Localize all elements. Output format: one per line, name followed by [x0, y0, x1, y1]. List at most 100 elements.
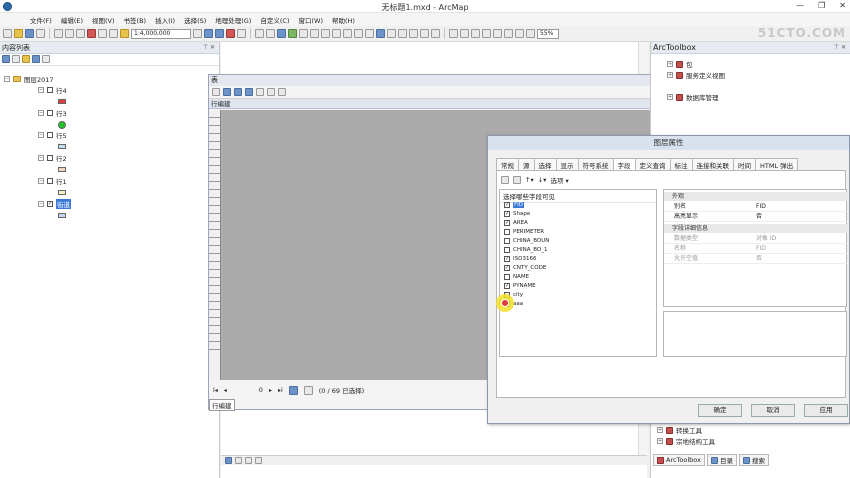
tab-search[interactable]: 搜索: [738, 454, 769, 466]
field-item[interactable]: ✓ AREA: [504, 220, 528, 226]
field-checkbox[interactable]: ✓: [504, 265, 510, 271]
row-header[interactable]: [209, 150, 220, 158]
move-down-icon[interactable]: ↓▾: [538, 176, 547, 184]
toolbox-item[interactable]: + 宗地结构工具: [657, 436, 715, 446]
forward-extent-icon[interactable]: [332, 29, 341, 38]
menu-geoprocessing[interactable]: 地理处理(G): [215, 15, 251, 25]
measure-icon[interactable]: [409, 29, 418, 38]
property-value[interactable]: FID: [756, 202, 766, 212]
row-header[interactable]: [209, 222, 220, 230]
identify-icon[interactable]: [376, 29, 385, 38]
tab-arctoolbox[interactable]: ArcToolbox: [653, 454, 705, 466]
table-footer-tab[interactable]: 行编建: [209, 399, 235, 411]
row-header[interactable]: [209, 334, 220, 342]
toc-layer-row[interactable]: − 行2: [38, 153, 67, 163]
toc-layer-row[interactable]: − 行3: [38, 108, 67, 118]
collapse-icon[interactable]: −: [38, 87, 44, 93]
layout-tool-icon[interactable]: [449, 29, 458, 38]
row-header[interactable]: [209, 142, 220, 150]
row-header[interactable]: [209, 254, 220, 262]
data-view-icon[interactable]: [225, 457, 232, 464]
layer-visibility-checkbox[interactable]: ✓: [47, 201, 53, 207]
layout-tool-icon[interactable]: [526, 29, 535, 38]
row-header[interactable]: [209, 238, 220, 246]
fixed-zoom-in-icon[interactable]: [299, 29, 308, 38]
last-record-button[interactable]: ▸I: [278, 387, 283, 394]
python-icon[interactable]: [237, 29, 246, 38]
turn-all-fields-on-icon[interactable]: [501, 176, 509, 184]
delete-selected-icon[interactable]: [278, 88, 286, 96]
toc-layer-row[interactable]: − ✓ 街道: [38, 199, 71, 209]
row-header[interactable]: [209, 110, 220, 118]
back-extent-icon[interactable]: [321, 29, 330, 38]
move-up-icon[interactable]: ↑▾: [525, 176, 534, 184]
ok-button[interactable]: 确定: [698, 404, 742, 417]
undo-icon[interactable]: [98, 29, 107, 38]
layout-tool-icon[interactable]: [471, 29, 480, 38]
layout-tool-icon[interactable]: [493, 29, 502, 38]
cancel-button[interactable]: 取消: [751, 404, 795, 417]
field-item[interactable]: ✓ CNTY_CODE: [504, 265, 546, 271]
list-by-drawing-order-icon[interactable]: [2, 55, 10, 63]
row-header[interactable]: [209, 278, 220, 286]
property-group-field-details[interactable]: 字段详细信息: [664, 224, 848, 233]
row-header[interactable]: [209, 318, 220, 326]
row-header[interactable]: [209, 294, 220, 302]
related-tables-icon[interactable]: [223, 88, 231, 96]
layer-symbol-swatch[interactable]: [58, 213, 66, 218]
zoom-in-icon[interactable]: [255, 29, 264, 38]
layer-visibility-checkbox[interactable]: [47, 132, 53, 138]
hyperlink-icon[interactable]: [387, 29, 396, 38]
layer-visibility-checkbox[interactable]: [47, 110, 53, 116]
menu-bookmarks[interactable]: 书签(B): [124, 15, 147, 25]
toc-pin-close[interactable]: ⊤ ✕: [203, 42, 215, 54]
previous-record-button[interactable]: ◂: [224, 387, 227, 394]
toc-options-icon[interactable]: [42, 55, 50, 63]
field-item[interactable]: CHINA_BOUN: [504, 238, 549, 244]
collapse-icon[interactable]: −: [38, 155, 44, 161]
layer-symbol-swatch[interactable]: [58, 144, 66, 149]
row-header[interactable]: [209, 134, 220, 142]
options-dropdown[interactable]: 选项 ▾: [550, 175, 568, 185]
row-header[interactable]: [209, 246, 220, 254]
layout-tool-icon[interactable]: [482, 29, 491, 38]
layout-tool-icon[interactable]: [504, 29, 513, 38]
row-header[interactable]: [209, 174, 220, 182]
field-checkbox[interactable]: ✓: [504, 256, 510, 262]
expand-icon[interactable]: +: [667, 61, 673, 67]
html-popup-icon[interactable]: [398, 29, 407, 38]
row-header[interactable]: [209, 126, 220, 134]
collapse-icon[interactable]: −: [4, 76, 10, 82]
field-checkbox[interactable]: [504, 238, 510, 244]
expand-icon[interactable]: +: [667, 94, 673, 100]
find-icon[interactable]: [420, 29, 429, 38]
menu-help[interactable]: 帮助(H): [332, 15, 355, 25]
toc-layer-row[interactable]: − 行5: [38, 130, 67, 140]
refresh-icon[interactable]: [245, 457, 252, 464]
row-header[interactable]: [209, 190, 220, 198]
pause-drawing-icon[interactable]: [255, 457, 262, 464]
cut-icon[interactable]: [54, 29, 63, 38]
editor-icon[interactable]: [193, 29, 202, 38]
add-data-icon[interactable]: [120, 29, 129, 38]
row-header[interactable]: [209, 262, 220, 270]
zoom-out-icon[interactable]: [266, 29, 275, 38]
open-icon[interactable]: [14, 29, 23, 38]
show-all-records-icon[interactable]: [288, 385, 298, 395]
pan-icon[interactable]: [277, 29, 286, 38]
list-by-visibility-icon[interactable]: [22, 55, 30, 63]
fixed-zoom-out-icon[interactable]: [310, 29, 319, 38]
show-selected-records-icon[interactable]: [303, 385, 313, 395]
field-item[interactable]: ✓ Shape: [504, 211, 530, 217]
menu-windows[interactable]: 窗口(W): [299, 15, 324, 25]
field-checkbox[interactable]: ✓: [504, 202, 510, 208]
property-row[interactable]: 别名 FID: [664, 202, 848, 212]
layer-symbol-swatch[interactable]: [58, 190, 66, 195]
list-by-selection-icon[interactable]: [32, 55, 40, 63]
table-options-icon[interactable]: [212, 88, 220, 96]
field-item[interactable]: NAME: [504, 274, 529, 280]
map-scale-input[interactable]: 1:4,000,000: [131, 28, 191, 39]
field-checkbox[interactable]: [504, 274, 510, 280]
table-layer-tab[interactable]: 行编建: [209, 99, 703, 109]
row-header[interactable]: [209, 286, 220, 294]
